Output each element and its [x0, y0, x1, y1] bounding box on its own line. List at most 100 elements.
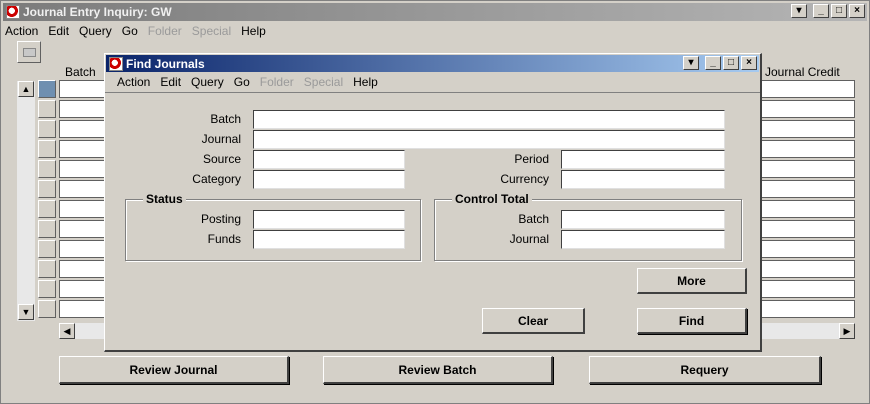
dialog-menu-help[interactable]: Help: [353, 75, 378, 89]
control-total-title: Control Total: [452, 192, 532, 206]
table-row[interactable]: [59, 260, 109, 278]
clear-button[interactable]: Clear: [482, 308, 585, 334]
table-row[interactable]: [761, 120, 855, 138]
table-row[interactable]: [761, 240, 855, 258]
row-selector[interactable]: [38, 260, 56, 278]
row-selector-current[interactable]: [38, 80, 56, 98]
dialog-title: Find Journals: [126, 56, 205, 71]
table-row[interactable]: [59, 160, 109, 178]
control-journal-field[interactable]: [561, 230, 725, 249]
table-row[interactable]: [761, 260, 855, 278]
source-field[interactable]: [253, 150, 405, 169]
table-row[interactable]: [59, 240, 109, 258]
row-selector[interactable]: [38, 160, 56, 178]
menu-edit[interactable]: Edit: [48, 24, 69, 38]
dialog-menu-folder: Folder: [259, 75, 294, 89]
batch-field[interactable]: [253, 110, 725, 129]
table-row[interactable]: [59, 80, 109, 98]
table-row[interactable]: [59, 180, 109, 198]
column-header-journal-credit: Journal Credit: [765, 65, 840, 79]
maximize-icon[interactable]: □: [831, 4, 847, 18]
table-row[interactable]: [761, 80, 855, 98]
review-journal-label: Review Journal: [129, 362, 218, 377]
dialog-menu-edit[interactable]: Edit: [160, 75, 181, 89]
source-label: Source: [202, 152, 241, 166]
table-row[interactable]: [761, 280, 855, 298]
menu-divider: [105, 92, 760, 93]
review-batch-label: Review Batch: [398, 362, 477, 377]
close-icon[interactable]: ×: [849, 4, 865, 18]
table-row[interactable]: [761, 220, 855, 238]
menu-special: Special: [191, 24, 232, 38]
dialog-minimize-icon[interactable]: _: [705, 56, 721, 70]
table-row[interactable]: [761, 140, 855, 158]
review-journal-button[interactable]: Review Journal: [59, 356, 289, 384]
requery-button[interactable]: Requery: [589, 356, 821, 384]
table-row[interactable]: [761, 180, 855, 198]
row-selector[interactable]: [38, 180, 56, 198]
posting-field[interactable]: [253, 210, 405, 229]
menu-action[interactable]: Action: [5, 24, 38, 38]
menu-folder: Folder: [147, 24, 182, 38]
currency-label: Currency: [500, 172, 549, 186]
dialog-maximize-icon[interactable]: □: [723, 56, 739, 70]
row-selector[interactable]: [38, 200, 56, 218]
scroll-left-icon[interactable]: ◀: [59, 323, 75, 339]
row-selector[interactable]: [38, 220, 56, 238]
menu-help[interactable]: Help: [241, 24, 266, 38]
row-selector[interactable]: [38, 140, 56, 158]
row-selector[interactable]: [38, 100, 56, 118]
table-row[interactable]: [761, 100, 855, 118]
table-row[interactable]: [59, 200, 109, 218]
currency-field[interactable]: [561, 170, 725, 189]
row-selector[interactable]: [38, 120, 56, 138]
find-journals-dialog: Find Journals ▾ _ □ × Action Edit Query …: [104, 53, 762, 352]
row-selector[interactable]: [38, 300, 56, 318]
column-header-batch: Batch: [65, 65, 96, 79]
table-row[interactable]: [59, 280, 109, 298]
scroll-down-icon[interactable]: ▼: [18, 304, 34, 320]
dialog-window-menu-icon[interactable]: ▾: [683, 56, 699, 70]
find-label: Find: [678, 313, 705, 328]
dialog-menu-query[interactable]: Query: [191, 75, 224, 89]
vertical-scrollbar[interactable]: [17, 81, 35, 321]
category-field[interactable]: [253, 170, 405, 189]
dialog-close-icon[interactable]: ×: [741, 56, 757, 70]
more-label: More: [677, 273, 706, 288]
table-row[interactable]: [761, 200, 855, 218]
table-row[interactable]: [761, 160, 855, 178]
find-button[interactable]: Find: [637, 308, 747, 334]
dialog-menu-bar: Action Edit Query Go Folder Special Help: [117, 75, 378, 89]
table-row[interactable]: [59, 300, 109, 318]
dialog-menu-action[interactable]: Action: [117, 75, 150, 89]
posting-label: Posting: [200, 212, 241, 226]
more-button[interactable]: More: [637, 268, 747, 294]
funds-field[interactable]: [253, 230, 405, 249]
review-batch-button[interactable]: Review Batch: [323, 356, 553, 384]
table-row[interactable]: [59, 120, 109, 138]
batch-label: Batch: [210, 112, 241, 126]
control-batch-field[interactable]: [561, 210, 725, 229]
table-row[interactable]: [59, 100, 109, 118]
main-title-bar[interactable]: Journal Entry Inquiry: GW ▾ _ □ ×: [3, 3, 867, 21]
row-selector[interactable]: [38, 280, 56, 298]
control-batch-label: Batch: [518, 212, 549, 226]
period-field[interactable]: [561, 150, 725, 169]
journal-field[interactable]: [253, 130, 725, 149]
table-row[interactable]: [59, 140, 109, 158]
window-menu-icon[interactable]: ▾: [791, 4, 807, 18]
dialog-title-bar[interactable]: Find Journals ▾ _ □ ×: [106, 55, 759, 72]
row-selector[interactable]: [38, 240, 56, 258]
folder-icon[interactable]: [17, 41, 41, 63]
menu-query[interactable]: Query: [79, 24, 112, 38]
minimize-icon[interactable]: _: [813, 4, 829, 18]
menu-go[interactable]: Go: [122, 24, 138, 38]
status-group-title: Status: [143, 192, 186, 206]
table-row[interactable]: [59, 220, 109, 238]
requery-label: Requery: [680, 362, 729, 377]
period-label: Period: [514, 152, 549, 166]
scroll-right-icon[interactable]: ▶: [839, 323, 855, 339]
scroll-up-icon[interactable]: ▲: [18, 81, 34, 97]
table-row[interactable]: [761, 300, 855, 318]
dialog-menu-go[interactable]: Go: [234, 75, 250, 89]
